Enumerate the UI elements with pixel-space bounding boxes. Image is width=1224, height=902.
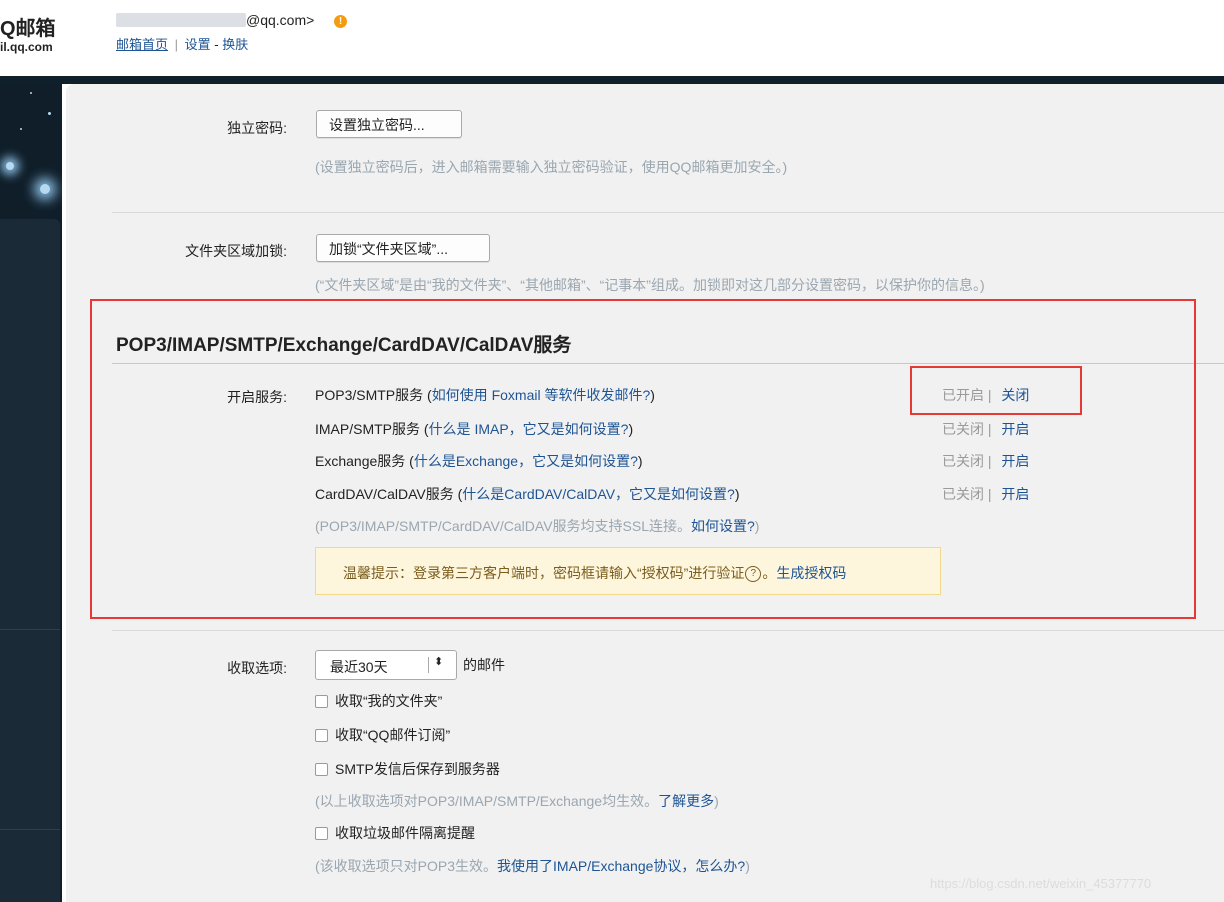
spam-option-note: (该收取选项只对POP3生效。我使用了IMAP/Exchange协议，怎么办?) — [315, 856, 750, 876]
option-spam-reminder[interactable]: 收取垃圾邮件隔离提醒 — [315, 823, 475, 843]
highlight-box-services — [90, 299, 1196, 619]
checkbox[interactable] — [315, 826, 328, 840]
imap-exchange-help-link[interactable]: 我使用了IMAP/Exchange协议，怎么办? — [497, 858, 745, 874]
receive-range-suffix: 的邮件 — [463, 657, 505, 673]
note-text: (以上收取选项对POP3/IMAP/SMTP/Exchange均生效。 — [315, 793, 659, 809]
sidebar-divider — [0, 629, 60, 630]
option-label: 收取垃圾邮件隔离提醒 — [335, 825, 475, 841]
option-label: SMTP发信后保存到服务器 — [335, 761, 500, 777]
set-independent-password-button[interactable]: 设置独立密码... — [316, 110, 462, 138]
highlight-box-pop3-toggle — [910, 366, 1082, 415]
select-arrows-icon: ⬍ — [434, 656, 444, 668]
receive-range-value: 最近30天 — [330, 659, 388, 675]
divider — [112, 630, 1224, 631]
folder-lock-hint: (“文件夹区域”是由“我的文件夹”、“其他邮箱”、“记事本”组成。加锁即对这几部… — [315, 277, 985, 293]
top-nav: 邮箱首页 | 设置 - 换肤 — [116, 34, 248, 53]
independent-password-label: 独立密码: — [227, 120, 287, 136]
sidebar-star — [30, 92, 32, 94]
option-my-folders[interactable]: 收取“我的文件夹” — [315, 691, 442, 711]
option-qq-subscription[interactable]: 收取“QQ邮件订阅” — [315, 725, 450, 745]
top-dark-bar — [0, 76, 1224, 84]
select-divider — [428, 657, 429, 673]
folder-lock-label: 文件夹区域加锁: — [185, 243, 287, 259]
sidebar-star — [6, 162, 14, 170]
nav-mail-home-link[interactable]: 邮箱首页 — [116, 37, 168, 52]
sidebar-star — [20, 128, 22, 130]
nav-dash: - — [214, 37, 219, 52]
learn-more-link[interactable]: 了解更多 — [658, 793, 714, 809]
independent-password-hint: (设置独立密码后，进入邮箱需要输入独立密码验证，使用QQ邮箱更加安全。) — [315, 159, 788, 175]
nav-skin-link[interactable]: 换肤 — [222, 37, 248, 52]
paren: ) — [714, 793, 719, 809]
sidebar-panel — [0, 219, 60, 902]
account-email: @qq.com> — [246, 12, 315, 28]
nav-separator: | — [174, 37, 179, 52]
logo-title[interactable]: Q邮箱 — [0, 12, 56, 41]
receive-options-note: (以上收取选项对POP3/IMAP/SMTP/Exchange均生效。了解更多) — [315, 791, 719, 811]
sidebar — [0, 84, 62, 902]
warning-icon[interactable]: ! — [334, 15, 347, 28]
option-label: 收取“QQ邮件订阅” — [335, 727, 451, 743]
option-save-sent[interactable]: SMTP发信后保存到服务器 — [315, 759, 500, 779]
option-label: 收取“我的文件夹” — [335, 693, 443, 709]
watermark: https://blog.csdn.net/weixin_45377770 — [930, 876, 1152, 891]
blurred-account-name — [116, 13, 246, 27]
checkbox[interactable] — [315, 694, 328, 708]
logo-domain: il.qq.com — [0, 40, 53, 54]
sidebar-star — [48, 112, 51, 115]
checkbox[interactable] — [315, 728, 328, 742]
sidebar-star — [40, 184, 50, 194]
nav-settings-link[interactable]: 设置 — [185, 37, 211, 52]
divider — [112, 212, 1224, 213]
receive-options-label: 收取选项: — [227, 660, 287, 676]
folder-lock-button[interactable]: 加锁“文件夹区域”... — [316, 234, 490, 262]
note-text: (该收取选项只对POP3生效。 — [315, 858, 498, 874]
paren: ) — [745, 858, 750, 874]
sidebar-divider — [0, 829, 60, 830]
receive-range-select[interactable]: 最近30天 ⬍ — [315, 650, 457, 680]
checkbox[interactable] — [315, 762, 328, 776]
